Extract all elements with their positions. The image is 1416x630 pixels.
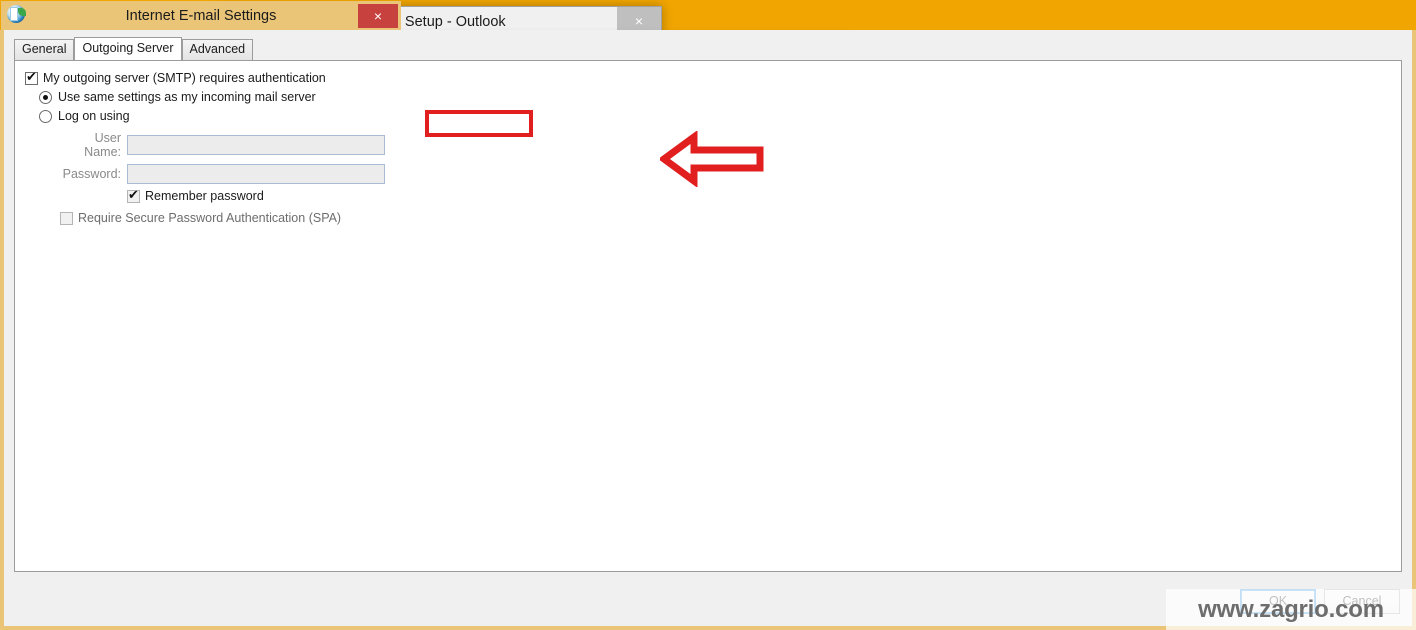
logon-password-row: Password:	[55, 164, 1401, 184]
close-icon[interactable]: ×	[358, 4, 398, 28]
smtp-auth-checkbox[interactable]	[25, 69, 38, 85]
ie-require-spa-checkbox[interactable]	[60, 211, 73, 225]
use-same-settings-label: Use same settings as my incoming mail se…	[58, 90, 316, 104]
logon-user-name-input[interactable]	[127, 135, 385, 155]
ie-remember-password-label: Remember password	[145, 189, 264, 203]
tab-outgoing-server[interactable]: Outgoing Server	[74, 37, 182, 60]
ie-require-spa-label: Require Secure Password Authentication (…	[78, 211, 342, 225]
watermark-text: www.zagrio.com	[1198, 595, 1384, 623]
ie-remember-password-checkbox[interactable]	[127, 187, 140, 203]
ie-remember-password-row[interactable]: Remember password	[127, 187, 1401, 203]
watermark: www.zagrio.com	[1166, 589, 1416, 630]
logon-password-label: Password:	[62, 167, 121, 181]
internet-email-settings-body: General Outgoing Server Advanced My outg…	[0, 30, 1416, 630]
log-on-using-row[interactable]: Log on using	[39, 109, 1401, 123]
logon-user-name-label: User Name:	[84, 131, 121, 159]
logon-user-name-row: User Name:	[55, 131, 1401, 159]
internet-email-settings-dialog: Internet E-mail Settings × General Outgo…	[0, 0, 1416, 630]
tab-advanced[interactable]: Advanced	[181, 39, 254, 60]
outlook-globe-icon	[7, 4, 29, 27]
smtp-auth-label: My outgoing server (SMTP) requires authe…	[43, 71, 326, 85]
internet-email-settings-titlebar[interactable]: Internet E-mail Settings ×	[1, 1, 401, 31]
tabstrip: General Outgoing Server Advanced	[14, 37, 1412, 60]
use-same-settings-row[interactable]: Use same settings as my incoming mail se…	[39, 90, 1401, 104]
ie-require-spa-row[interactable]: Require Secure Password Authentication (…	[60, 211, 1401, 225]
log-on-using-radio[interactable]	[39, 109, 52, 123]
outgoing-server-panel: My outgoing server (SMTP) requires authe…	[14, 60, 1402, 572]
smtp-auth-row[interactable]: My outgoing server (SMTP) requires authe…	[25, 69, 1401, 85]
log-on-using-label: Log on using	[58, 109, 130, 123]
logon-password-input[interactable]	[127, 164, 385, 184]
use-same-settings-radio[interactable]	[39, 90, 52, 104]
internet-email-settings-title: Internet E-mail Settings	[125, 7, 277, 24]
tab-general[interactable]: General	[14, 39, 75, 60]
